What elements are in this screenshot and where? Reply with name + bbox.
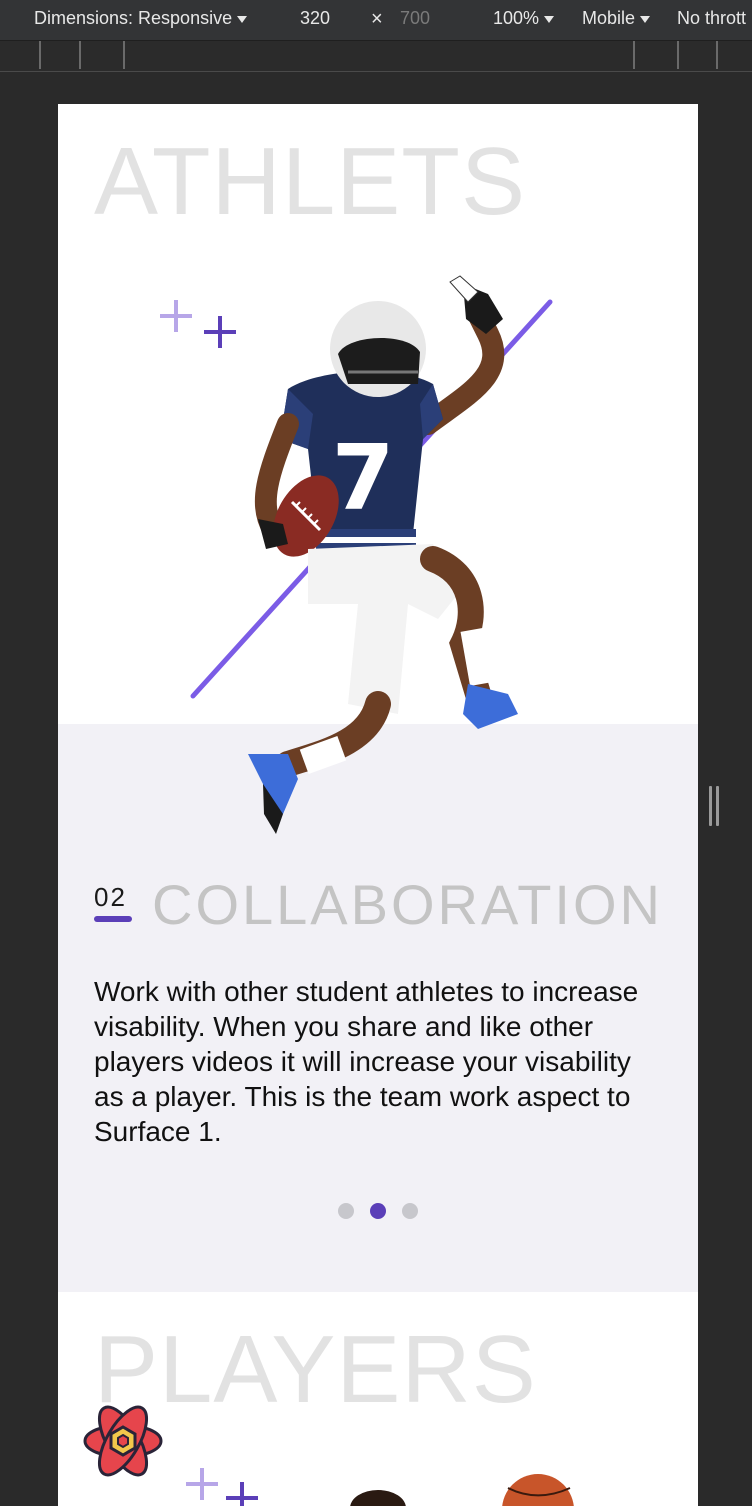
height-value: 700 xyxy=(400,8,431,28)
device-viewport: ATHLETS 7 02 COLLABORATION Work with oth… xyxy=(58,104,698,1506)
zoom-dropdown[interactable]: 100% xyxy=(493,8,555,29)
carousel-dot-active[interactable] xyxy=(370,1203,386,1219)
feature-number-underline xyxy=(94,916,132,922)
feature-title: COLLABORATION xyxy=(152,873,663,936)
ruler-tick xyxy=(123,41,125,69)
jersey-number: 7 xyxy=(332,426,395,531)
ruler-tick xyxy=(677,41,679,69)
device-type-label: Mobile xyxy=(582,8,636,28)
carousel-pagination xyxy=(338,1203,418,1219)
plus-icon xyxy=(226,1482,258,1506)
feature-number: 02 xyxy=(94,882,127,912)
width-value: 320 xyxy=(300,8,331,28)
dimensions-label: Dimensions: Responsive xyxy=(34,8,233,28)
dimensions-dropdown[interactable]: Dimensions: Responsive xyxy=(34,8,248,29)
carousel-dot[interactable] xyxy=(338,1203,354,1219)
throttle-dropdown[interactable]: No thrott xyxy=(677,8,746,29)
caret-down-icon xyxy=(237,16,248,23)
zoom-label: 100% xyxy=(493,8,540,28)
width-input[interactable]: 320 xyxy=(300,8,330,29)
app-logo-icon[interactable] xyxy=(82,1400,164,1482)
ruler-tick xyxy=(716,41,718,69)
ruler-tick xyxy=(79,41,81,69)
ruler-tick xyxy=(633,41,635,69)
football-player-image: 7 xyxy=(248,275,518,834)
players-image-preview xyxy=(350,1474,574,1506)
height-input[interactable]: 700 xyxy=(400,8,430,29)
feature-description: Work with other student athletes to incr… xyxy=(94,976,639,1147)
throttle-label: No thrott xyxy=(677,8,747,28)
resize-handle-icon[interactable] xyxy=(709,786,721,826)
ruler-tick xyxy=(39,41,41,69)
caret-down-icon xyxy=(544,16,555,23)
devtools-toolbar: Dimensions: Responsive 320 × 700 100% Mo… xyxy=(0,0,752,41)
close-icon: × xyxy=(371,8,383,30)
device-type-dropdown[interactable]: Mobile xyxy=(582,8,651,29)
media-query-ruler[interactable] xyxy=(0,41,752,72)
caret-down-icon xyxy=(640,16,651,23)
plus-icon xyxy=(186,1468,218,1500)
carousel-dot[interactable] xyxy=(402,1203,418,1219)
